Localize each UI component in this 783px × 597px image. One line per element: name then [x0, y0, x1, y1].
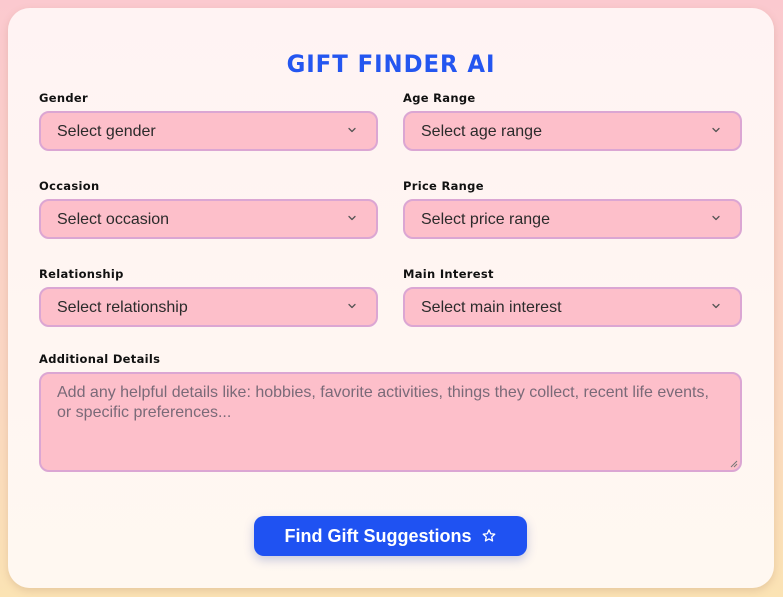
relationship-select-value: Select relationship	[57, 299, 188, 316]
occasion-select-value: Select occasion	[57, 211, 170, 228]
chevron-down-icon	[712, 127, 720, 133]
price-range-field: Price Range Select price range	[403, 179, 742, 239]
main-interest-label: Main Interest	[403, 267, 494, 281]
gender-label: Gender	[39, 91, 88, 105]
find-gift-suggestions-label: Find Gift Suggestions	[284, 525, 472, 546]
occasion-label: Occasion	[39, 179, 100, 193]
gender-select-value: Select gender	[57, 123, 156, 140]
age-range-select[interactable]: Select age range	[403, 111, 742, 151]
additional-details-placeholder: Add any helpful details like: hobbies, f…	[57, 384, 709, 421]
app-title: GIFT FINDER AI	[286, 50, 496, 78]
age-range-select-value: Select age range	[421, 123, 542, 140]
chevron-down-icon	[348, 215, 356, 221]
star-icon	[482, 529, 495, 542]
relationship-field: Relationship Select relationship	[39, 267, 378, 327]
main-interest-select[interactable]: Select main interest	[403, 287, 742, 327]
main-interest-select-value: Select main interest	[421, 299, 562, 316]
chevron-down-icon	[712, 303, 720, 309]
additional-details-field: Additional Details Add any helpful detai…	[39, 352, 742, 472]
relationship-select[interactable]: Select relationship	[39, 287, 378, 327]
gender-field: Gender Select gender	[39, 91, 378, 151]
age-range-field: Age Range Select age range	[403, 91, 742, 151]
gender-select[interactable]: Select gender	[39, 111, 378, 151]
age-range-label: Age Range	[403, 91, 476, 105]
chevron-down-icon	[348, 303, 356, 309]
resize-handle-icon[interactable]	[728, 458, 738, 468]
additional-details-textarea[interactable]: Add any helpful details like: hobbies, f…	[39, 372, 742, 472]
occasion-select[interactable]: Select occasion	[39, 199, 378, 239]
main-interest-field: Main Interest Select main interest	[403, 267, 742, 327]
chevron-down-icon	[712, 215, 720, 221]
price-range-label: Price Range	[403, 179, 484, 193]
find-gift-suggestions-button[interactable]: Find Gift Suggestions	[254, 516, 527, 556]
chevron-down-icon	[348, 127, 356, 133]
occasion-field: Occasion Select occasion	[39, 179, 378, 239]
price-range-select[interactable]: Select price range	[403, 199, 742, 239]
additional-details-label: Additional Details	[39, 352, 161, 366]
price-range-select-value: Select price range	[421, 211, 550, 228]
relationship-label: Relationship	[39, 267, 124, 281]
